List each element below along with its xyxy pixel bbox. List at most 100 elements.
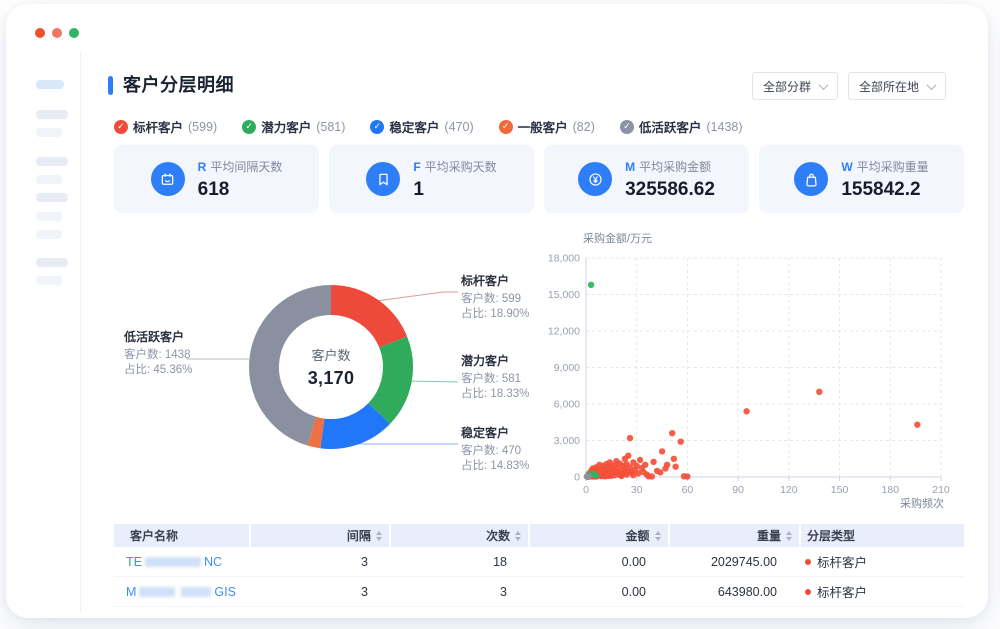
donut-slice-0[interactable] bbox=[331, 300, 393, 342]
scatter-point bbox=[684, 473, 690, 479]
sidebar-item[interactable] bbox=[36, 157, 68, 166]
column-header-label: 重量 bbox=[757, 527, 781, 544]
legend-count: (1438) bbox=[706, 120, 742, 134]
stat-card-text: R平均间隔天数618 bbox=[198, 158, 283, 201]
sidebar-item[interactable] bbox=[36, 230, 62, 239]
y-axis-title: 采购金额/万元 bbox=[583, 231, 652, 245]
column-header-label: 客户名称 bbox=[130, 527, 178, 544]
sort-desc-icon bbox=[786, 537, 792, 541]
sort-caret-icon[interactable] bbox=[655, 531, 661, 541]
sidebar-item-active[interactable] bbox=[36, 80, 64, 89]
filter-dropdown-1[interactable]: 全部所在地 bbox=[848, 72, 946, 100]
bookmark-icon bbox=[366, 162, 400, 196]
scatter-point bbox=[588, 282, 594, 288]
sidebar-divider bbox=[80, 52, 81, 612]
y-tick-label: 0 bbox=[574, 472, 580, 484]
legend-label: 潜力客户 bbox=[261, 117, 311, 136]
sort-desc-icon bbox=[515, 537, 521, 541]
stat-card-f: F平均采购天数1 bbox=[329, 145, 534, 213]
cell-4: 2029745.00 bbox=[668, 547, 799, 576]
x-tick-label: 60 bbox=[682, 484, 694, 496]
close-dot[interactable] bbox=[35, 28, 45, 38]
x-tick-label: 210 bbox=[932, 484, 950, 496]
scatter-point bbox=[637, 457, 643, 463]
donut-slice-2[interactable] bbox=[322, 414, 379, 434]
sort-caret-icon[interactable] bbox=[786, 531, 792, 541]
column-header-label: 分层类型 bbox=[807, 527, 855, 544]
stat-card-letter: M bbox=[625, 160, 635, 174]
stat-card-label-row: F平均采购天数 bbox=[413, 158, 496, 176]
y-tick-label: 3,000 bbox=[554, 435, 580, 447]
stat-cards: R平均间隔天数618F平均采购天数1M平均采购金额325586.62W平均采购重… bbox=[114, 145, 964, 213]
x-tick-label: 30 bbox=[631, 484, 643, 496]
customer-name-link[interactable]: TENC bbox=[126, 555, 222, 569]
donut-slice-3[interactable] bbox=[312, 431, 323, 433]
title-accent-bar bbox=[108, 76, 113, 95]
column-header-3[interactable]: 金额 bbox=[530, 524, 667, 547]
stat-card-r: R平均间隔天数618 bbox=[114, 145, 319, 213]
column-header-4[interactable]: 重量 bbox=[670, 524, 799, 547]
sort-asc-icon bbox=[786, 531, 792, 535]
legend-item-4[interactable]: ✓低活跃客户(1438) bbox=[620, 117, 743, 136]
sort-caret-icon[interactable] bbox=[376, 531, 382, 541]
app-window: 客户分层明细 全部分群全部所在地 ✓标杆客户(599)✓潜力客户(581)✓稳定… bbox=[6, 4, 988, 618]
cell-5: 标杆客户 bbox=[799, 547, 964, 576]
legend-item-1[interactable]: ✓潜力客户(581) bbox=[242, 117, 345, 136]
stat-card-label: 平均间隔天数 bbox=[210, 160, 282, 174]
sidebar-item[interactable] bbox=[36, 276, 62, 285]
column-header-2[interactable]: 次数 bbox=[391, 524, 528, 547]
stat-card-label-row: M 平均采购金额 bbox=[625, 158, 715, 176]
stat-card-text: F平均采购天数1 bbox=[413, 158, 496, 201]
stat-card-label: 平均采购金额 bbox=[639, 160, 711, 174]
scatter-point bbox=[669, 430, 675, 436]
check-circle-icon: ✓ bbox=[114, 120, 128, 134]
y-tick-label: 6,000 bbox=[554, 399, 580, 411]
x-tick-label: 120 bbox=[780, 484, 798, 496]
donut-center: 客户数 3,170 bbox=[271, 345, 391, 389]
scatter-point bbox=[650, 459, 656, 465]
sidebar-item[interactable] bbox=[36, 212, 62, 221]
stat-card-label-row: W平均采购重量 bbox=[841, 158, 928, 176]
scatter-point bbox=[664, 462, 670, 468]
scatter-point bbox=[914, 422, 920, 428]
segment-dot bbox=[805, 559, 811, 565]
scatter-point bbox=[678, 439, 684, 445]
x-axis-title: 采购频次 bbox=[900, 496, 944, 510]
segment-type-label: 标杆客户 bbox=[817, 552, 867, 571]
calendar-icon bbox=[151, 162, 185, 196]
x-tick-label: 150 bbox=[831, 484, 849, 496]
segment-type-label: 标杆客户 bbox=[817, 582, 867, 601]
chevron-down-icon bbox=[927, 80, 937, 90]
cell-4: 643980.00 bbox=[668, 577, 799, 606]
scatter-point bbox=[671, 456, 677, 462]
legend-item-0[interactable]: ✓标杆客户(599) bbox=[114, 117, 217, 136]
column-header-1[interactable]: 间隔 bbox=[251, 524, 388, 547]
window-controls bbox=[35, 28, 79, 38]
zoom-dot[interactable] bbox=[69, 28, 79, 38]
sidebar-item[interactable] bbox=[36, 128, 62, 137]
sort-caret-icon[interactable] bbox=[515, 531, 521, 541]
filter-dropdown-0[interactable]: 全部分群 bbox=[752, 72, 838, 100]
callout-count: 客户数: 1438 bbox=[124, 348, 254, 363]
legend-item-2[interactable]: ✓稳定客户(470) bbox=[370, 117, 473, 136]
legend-item-3[interactable]: ✓一般客户(82) bbox=[499, 117, 595, 136]
page-title: 客户分层明细 bbox=[123, 71, 234, 97]
donut-center-value: 3,170 bbox=[271, 368, 391, 389]
redacted-text bbox=[145, 557, 201, 567]
sidebar-item[interactable] bbox=[36, 258, 68, 267]
app-stage: 客户分层明细 全部分群全部所在地 ✓标杆客户(599)✓潜力客户(581)✓稳定… bbox=[0, 0, 1000, 629]
cell-2: 3 bbox=[390, 577, 529, 606]
scatter-point bbox=[816, 389, 822, 395]
x-tick-label: 0 bbox=[583, 484, 589, 496]
segment-dot bbox=[805, 589, 811, 595]
cell-2: 18 bbox=[390, 547, 529, 576]
sidebar-item[interactable] bbox=[36, 193, 68, 202]
minimize-dot[interactable] bbox=[52, 28, 62, 38]
sidebar-item[interactable] bbox=[36, 110, 68, 119]
check-circle-icon: ✓ bbox=[499, 120, 513, 134]
customer-name-link[interactable]: MGIS bbox=[126, 585, 236, 599]
legend-label: 稳定客户 bbox=[389, 117, 439, 136]
stat-card-m: M平均采购金额325586.62 bbox=[544, 145, 749, 213]
sidebar-item[interactable] bbox=[36, 175, 62, 184]
donut-callout-4: 低活跃客户客户数: 1438占比: 45.36% bbox=[124, 328, 254, 377]
